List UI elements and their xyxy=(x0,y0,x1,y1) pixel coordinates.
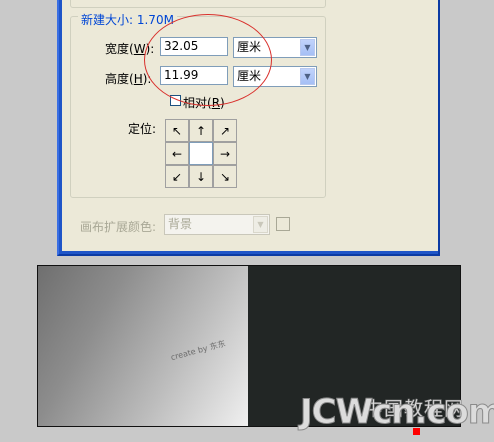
anchor-label: 定位: xyxy=(128,122,157,136)
site-watermark-logo: JCWcn.com xyxy=(299,392,494,433)
chevron-down-icon[interactable]: ▼ xyxy=(300,39,315,56)
anchor-top-right[interactable]: ↗ xyxy=(213,119,237,142)
anchor-top[interactable]: ↑ xyxy=(189,119,213,142)
arrow-down-left-icon: ↙ xyxy=(171,169,183,184)
anchor-bottom-left[interactable]: ↙ xyxy=(165,165,189,188)
anchor-bottom-right[interactable]: ↘ xyxy=(213,165,237,188)
new-size-legend: 新建大小: 1.70M xyxy=(78,11,177,28)
arrow-left-icon: ← xyxy=(171,146,183,161)
watermark-red-dot xyxy=(413,428,420,435)
chevron-down-icon[interactable]: ▼ xyxy=(300,68,315,85)
anchor-grid: ↖ ↑ ↗ ← → ↙ ↓ ↘ xyxy=(165,119,237,189)
anchor-top-left[interactable]: ↖ xyxy=(165,119,189,142)
current-size-group xyxy=(70,0,326,8)
ext-color-swatch xyxy=(276,217,290,231)
arrow-right-icon: → xyxy=(219,146,231,161)
anchor-center[interactable] xyxy=(189,142,213,165)
height-label: 高度(H): xyxy=(105,72,152,86)
ext-color-select: 背景 ▼ xyxy=(164,214,270,235)
ext-color-value: 背景 xyxy=(168,217,193,231)
arrow-down-icon: ↓ xyxy=(195,169,207,184)
chevron-down-icon: ▼ xyxy=(253,216,268,233)
arrow-down-right-icon: ↘ xyxy=(219,169,231,184)
anchor-left[interactable]: ← xyxy=(165,142,189,165)
arrow-up-right-icon: ↗ xyxy=(219,123,231,138)
ext-color-label: 画布扩展颜色: xyxy=(80,220,157,234)
arrow-up-left-icon: ↖ xyxy=(171,123,183,138)
anchor-right[interactable]: → xyxy=(213,142,237,165)
arrow-up-icon: ↑ xyxy=(195,123,207,138)
annotation-circle xyxy=(144,14,272,106)
anchor-bottom[interactable]: ↓ xyxy=(189,165,213,188)
